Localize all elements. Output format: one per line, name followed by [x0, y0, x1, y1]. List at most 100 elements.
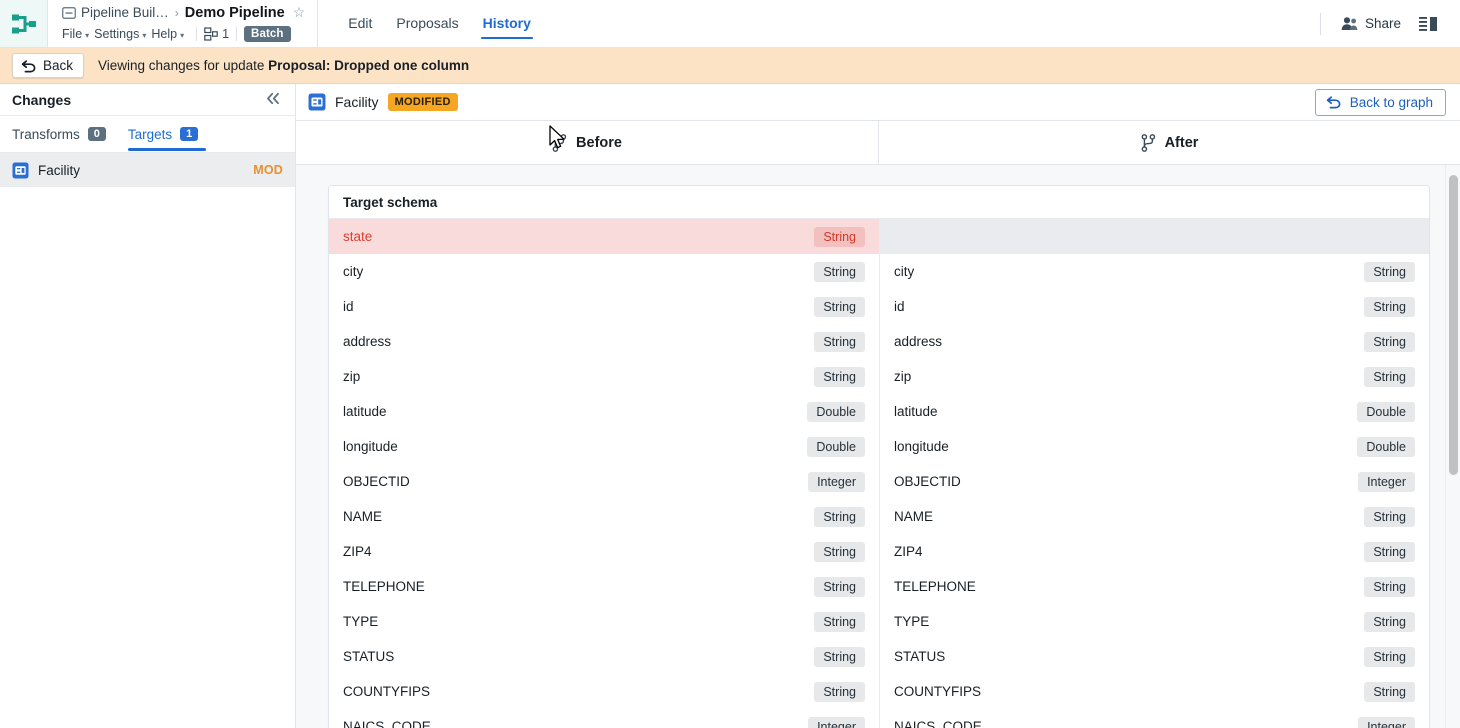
schema-row[interactable]: latitudeDouble: [880, 394, 1429, 429]
breadcrumb: Pipeline Buil… › Demo Pipeline ☆: [62, 3, 305, 22]
branch-count[interactable]: 1: [204, 27, 229, 41]
schema-field-name: city: [894, 264, 914, 279]
schema-row[interactable]: idString: [880, 289, 1429, 324]
menu-file[interactable]: File ▾: [62, 26, 94, 42]
schema-field-name: state: [343, 229, 372, 244]
schema-field-type: Integer: [1358, 717, 1415, 728]
schema-row[interactable]: COUNTYFIPSString: [880, 674, 1429, 709]
sidebar-item-label: Facility: [38, 163, 80, 178]
schema-field-name: ZIP4: [343, 544, 372, 559]
schema-row[interactable]: zipString: [329, 359, 879, 394]
schema-row[interactable]: TELEPHONEString: [329, 569, 879, 604]
schema-field-type: String: [1364, 507, 1415, 527]
schema-row[interactable]: NAME String: [880, 499, 1429, 534]
schema-row[interactable]: TELEPHONEString: [880, 569, 1429, 604]
schema-row[interactable]: address String: [880, 324, 1429, 359]
schema-field-name: COUNTYFIPS: [343, 684, 430, 699]
schema-field-type: String: [1364, 297, 1415, 317]
schema-row[interactable]: TYPEString: [880, 604, 1429, 639]
schema-field-type: String: [1364, 332, 1415, 352]
menu-help-label: Help: [151, 27, 177, 41]
scrollbar-thumb[interactable]: [1449, 175, 1458, 475]
schema-field-type: String: [814, 612, 865, 632]
banner-text-prefix: Viewing changes for update: [98, 58, 268, 73]
schema-row[interactable]: STATUS String: [880, 639, 1429, 674]
schema-row[interactable]: COUNTYFIPS String: [329, 674, 879, 709]
before-column-header: Before: [296, 121, 878, 164]
card-title: Target schema: [329, 186, 1429, 219]
notice-banner: Back Viewing changes for update Proposal…: [0, 48, 1460, 84]
schema-row[interactable]: stateString: [329, 219, 879, 254]
schema-row[interactable]: OBJECTIDInteger: [329, 464, 879, 499]
schema-row[interactable]: latitude Double: [329, 394, 879, 429]
back-to-graph-label: Back to graph: [1350, 95, 1433, 110]
double-chevron-left-glyph: [265, 92, 281, 105]
schema-row[interactable]: zipString: [880, 359, 1429, 394]
schema-row[interactable]: longitudeDouble: [880, 429, 1429, 464]
banner-text: Viewing changes for update Proposal: Dro…: [98, 58, 469, 73]
main-dataset-name: Facility: [335, 94, 379, 110]
share-button[interactable]: Share: [1331, 10, 1411, 37]
pipeline-branch-logo-icon: [11, 13, 37, 35]
schema-field-type: String: [1364, 647, 1415, 667]
top-bar: Pipeline Buil… › Demo Pipeline ☆ File ▾ …: [0, 0, 1460, 48]
schema-grid: stateStringcityStringidStringaddressStri…: [329, 219, 1429, 728]
schema-row[interactable]: NAMEString: [329, 499, 879, 534]
schema-row[interactable]: ZIP4String: [329, 534, 879, 569]
schema-field-name: latitude: [343, 404, 387, 419]
schema-field-type: Double: [807, 402, 865, 422]
schema-row[interactable]: cityString: [329, 254, 879, 289]
sidebar-title: Changes: [12, 92, 71, 108]
tab-transforms[interactable]: Transforms 0: [12, 116, 128, 153]
diff-scroll-area: Target schema stateStringcityStringidStr…: [296, 165, 1460, 728]
schema-row[interactable]: ZIP4String: [880, 534, 1429, 569]
schema-row[interactable]: cityString: [880, 254, 1429, 289]
tab-proposals[interactable]: Proposals: [384, 0, 470, 47]
back-button-label: Back: [43, 58, 73, 73]
body: Changes Transforms 0 Targets 1: [0, 84, 1460, 728]
schema-row[interactable]: NAICS_CODE Integer: [329, 709, 879, 728]
back-button[interactable]: Back: [12, 53, 84, 78]
schema-field-type: String: [1364, 612, 1415, 632]
schema-row[interactable]: idString: [329, 289, 879, 324]
schema-field-name: OBJECTID: [894, 474, 961, 489]
schema-row[interactable]: OBJECTIDInteger: [880, 464, 1429, 499]
schema-row[interactable]: NAICS_CODEInteger: [880, 709, 1429, 728]
chevron-down-icon: ▾: [85, 31, 89, 40]
favorite-star-icon[interactable]: ☆: [293, 4, 306, 21]
divider: [236, 27, 237, 41]
schema-field-name: address: [894, 334, 942, 349]
page-title: Demo Pipeline: [185, 5, 285, 21]
schema-field-name: NAICS_CODE: [343, 719, 431, 728]
sidebar-item-facility[interactable]: Facility MOD: [0, 153, 295, 187]
app-logo[interactable]: [0, 0, 48, 47]
vertical-scrollbar[interactable]: [1445, 165, 1460, 728]
schema-row[interactable]: STATUSString: [329, 639, 879, 674]
schema-row[interactable]: TYPEString: [329, 604, 879, 639]
sidebar-tabs: Transforms 0 Targets 1: [0, 116, 295, 153]
after-column-header: After: [878, 121, 1460, 164]
batch-badge[interactable]: Batch: [244, 26, 290, 42]
tab-proposals-label: Proposals: [396, 15, 458, 31]
schema-field-type: String: [1364, 682, 1415, 702]
schema-row[interactable]: [880, 219, 1429, 254]
schema-field-type: Integer: [808, 717, 865, 728]
schema-field-name: STATUS: [894, 649, 945, 664]
schema-field-name: id: [343, 299, 354, 314]
schema-field-name: latitude: [894, 404, 938, 419]
chevron-down-icon: ▾: [142, 31, 146, 40]
tab-edit[interactable]: Edit: [336, 0, 384, 47]
tab-targets[interactable]: Targets 1: [128, 116, 220, 153]
schema-field-type: String: [1364, 367, 1415, 387]
schema-row[interactable]: longitudeDouble: [329, 429, 879, 464]
double-chevron-left-icon[interactable]: [261, 90, 285, 110]
breadcrumb-parent[interactable]: Pipeline Buil…: [81, 5, 169, 20]
right-panel-toggle-button[interactable]: [1411, 10, 1446, 38]
schema-field-type: String: [814, 682, 865, 702]
tab-history[interactable]: History: [471, 0, 543, 47]
menu-help[interactable]: Help ▾: [151, 26, 189, 42]
back-to-graph-button[interactable]: Back to graph: [1315, 89, 1446, 116]
schema-field-name: NAME: [894, 509, 933, 524]
schema-row[interactable]: addressString: [329, 324, 879, 359]
menu-settings[interactable]: Settings ▾: [94, 26, 151, 42]
